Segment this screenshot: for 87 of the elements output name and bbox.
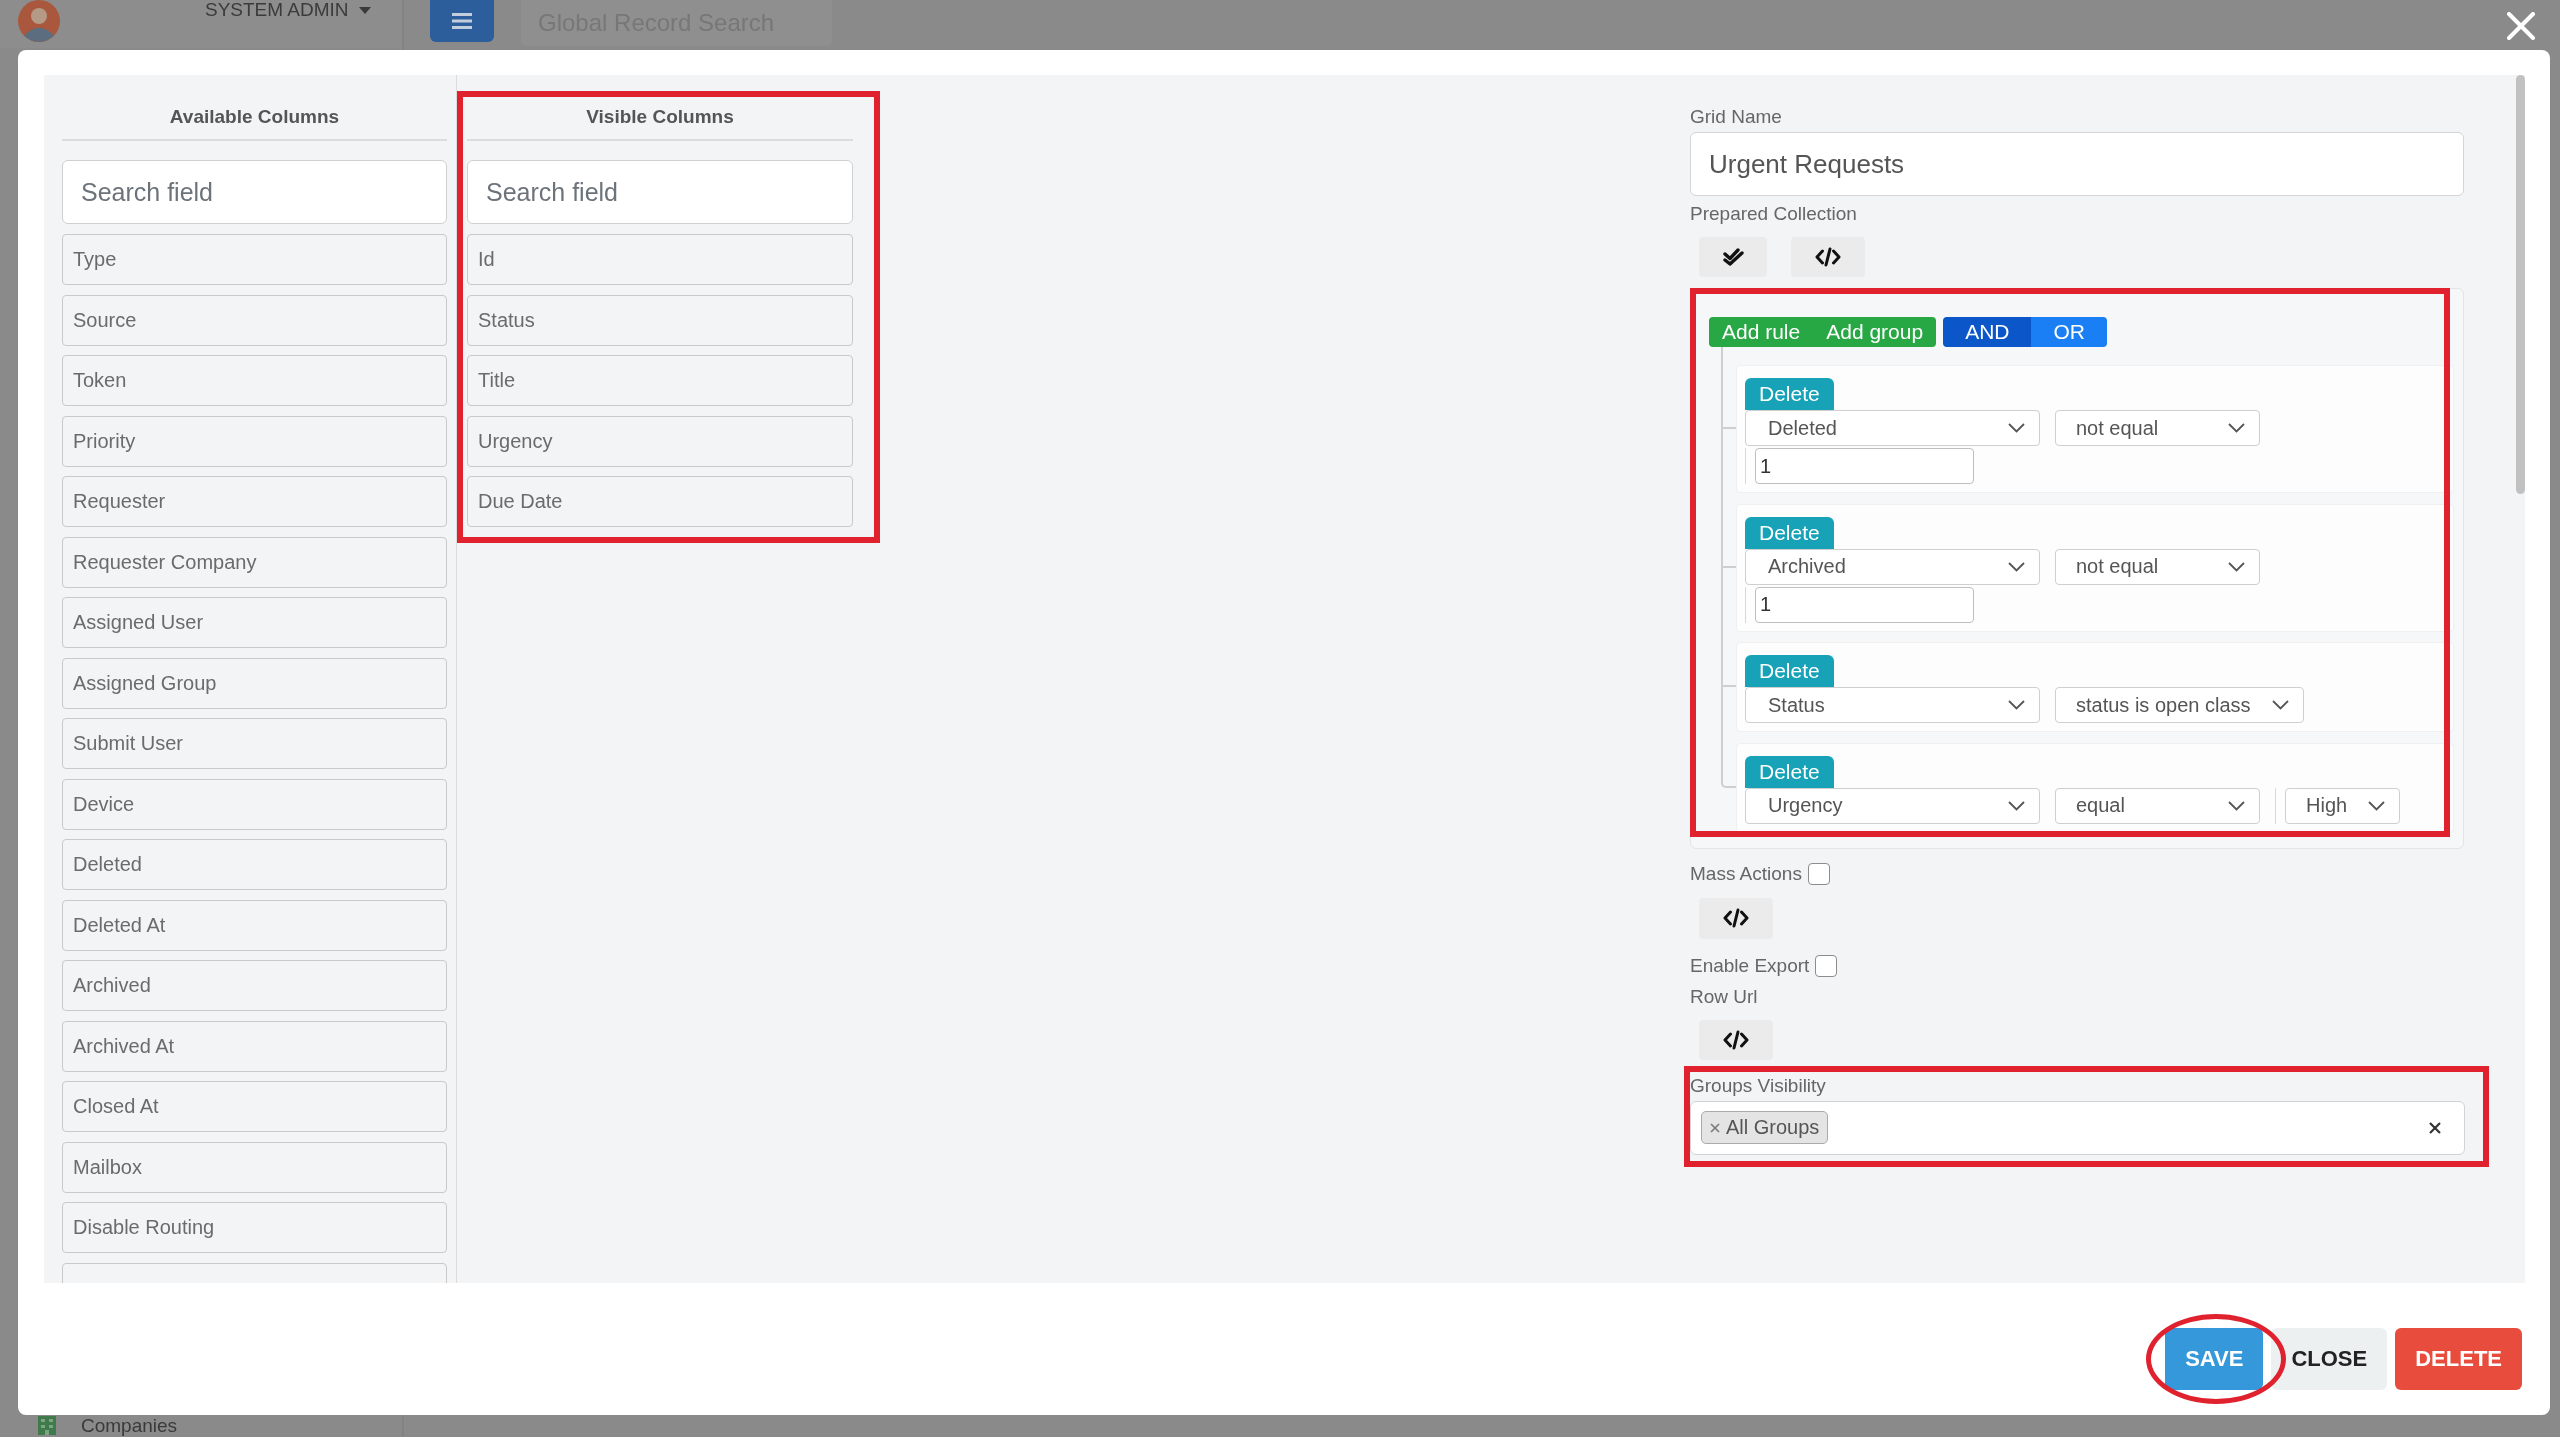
save-button[interactable]: SAVE <box>2165 1328 2264 1390</box>
code-button[interactable] <box>1791 237 1865 277</box>
chevron-down-icon <box>2008 423 2025 433</box>
chevron-down-icon <box>2228 800 2245 811</box>
chevron-down-icon <box>2008 800 2025 811</box>
column-item[interactable]: Requester Company <box>62 536 447 588</box>
chevron-down-icon <box>2228 423 2245 433</box>
tag-chip[interactable]: All Groups <box>1701 1111 1829 1144</box>
value-field[interactable]: 1 <box>1755 448 1974 484</box>
field-select[interactable]: Urgency <box>1745 787 2040 824</box>
close-icon[interactable] <box>2507 12 2535 40</box>
grid-name-field[interactable]: Urgent Requests <box>1690 132 2464 196</box>
column-item[interactable]: Urgency <box>467 415 853 467</box>
code-icon <box>1815 247 1841 267</box>
chevron-down-icon <box>2008 700 2025 710</box>
column-item[interactable]: Priority <box>62 415 447 467</box>
value-select[interactable]: High <box>2285 787 2401 824</box>
avatar-icon[interactable] <box>18 0 60 42</box>
delete-button[interactable]: Delete <box>1745 755 1834 788</box>
menu-icon <box>452 13 472 29</box>
condition-toggle[interactable]: OR <box>2031 317 2107 347</box>
column-item[interactable]: Archived <box>62 960 447 1011</box>
condition-toggle[interactable]: AND <box>1943 317 2032 347</box>
double-check-button[interactable] <box>1699 237 1767 277</box>
column-item[interactable]: Assigned User <box>62 597 447 648</box>
column-item[interactable]: Device <box>62 778 447 830</box>
field-select[interactable]: Deleted <box>1745 410 2040 446</box>
column-item[interactable]: Closed At <box>62 1081 447 1132</box>
column-item[interactable]: Deleted At <box>62 899 447 951</box>
operator-select[interactable]: not equal <box>2055 410 2260 446</box>
groups-select-field[interactable]: All Groups <box>1690 1100 2465 1155</box>
operator-select[interactable]: status is open class <box>2055 687 2304 723</box>
column-item[interactable]: Title <box>467 355 853 406</box>
operator-select[interactable]: not equal <box>2055 548 2260 585</box>
user-menu-button[interactable]: SYSTEM ADMIN <box>205 0 371 20</box>
search-field[interactable]: Search field <box>62 160 447 224</box>
column-item[interactable]: Token <box>62 355 447 406</box>
delete-button[interactable]: Delete <box>1745 516 1834 549</box>
value-field[interactable]: 1 <box>1755 586 1974 623</box>
column-item[interactable]: Archived At <box>62 1020 447 1072</box>
column-item[interactable]: Type <box>62 234 447 285</box>
clear-icon[interactable] <box>2429 1121 2441 1134</box>
operator-select[interactable]: equal <box>2055 787 2260 824</box>
column-item[interactable]: Id <box>467 234 853 285</box>
column-item[interactable]: Submit User <box>62 718 447 769</box>
field-select[interactable]: Status <box>1745 687 2040 723</box>
field-label: Mass Actions <box>1690 861 1802 886</box>
field-label: Groups Visibility <box>1690 1073 1826 1098</box>
caret-icon <box>358 6 371 14</box>
column-item[interactable]: Deleted <box>62 839 447 890</box>
code-button[interactable] <box>1699 897 1773 939</box>
checkbox[interactable] <box>1815 954 1838 977</box>
chevron-down-icon <box>2228 561 2245 572</box>
sidebar-item[interactable]: Companies <box>0 1415 402 1436</box>
double-check-icon <box>1722 248 1744 266</box>
menu-button[interactable] <box>430 0 494 42</box>
field-label: Enable Export <box>1690 953 1810 978</box>
building-icon <box>38 1416 56 1435</box>
field-select[interactable]: Archived <box>1745 548 2040 585</box>
column-item[interactable]: Requester <box>62 476 447 527</box>
delete-button[interactable]: Delete <box>1745 378 1834 410</box>
action-button[interactable]: Add rule <box>1709 317 1814 347</box>
field-label: Prepared Collection <box>1690 202 1857 226</box>
column-item[interactable]: Mailbox <box>62 1141 447 1193</box>
code-button[interactable] <box>1699 1019 1773 1060</box>
chevron-down-icon <box>2368 800 2386 811</box>
scrollbar[interactable] <box>2516 75 2525 494</box>
remove-icon[interactable] <box>1710 1122 1720 1133</box>
close-button[interactable]: CLOSE <box>2271 1328 2388 1390</box>
code-icon <box>1723 908 1749 928</box>
delete-button[interactable]: DELETE <box>2395 1328 2522 1390</box>
column-item[interactable]: Disable Routing <box>62 1202 447 1253</box>
field-label: Row Url <box>1690 984 1758 1009</box>
column-item[interactable]: Status <box>467 294 853 346</box>
chevron-down-icon <box>2008 561 2025 572</box>
delete-button[interactable]: Delete <box>1745 655 1834 687</box>
code-icon <box>1723 1029 1749 1050</box>
chevron-down-icon <box>2271 700 2289 710</box>
column-item[interactable]: Due Date <box>467 476 853 527</box>
search-field[interactable]: Search field <box>467 160 853 224</box>
action-button[interactable]: Add group <box>1813 317 1937 347</box>
checkbox[interactable] <box>1807 862 1830 885</box>
column-item[interactable]: Source <box>62 294 447 346</box>
column-heading: Available Columns <box>62 100 447 141</box>
column-item[interactable]: Assigned Group <box>62 657 447 709</box>
column-heading: Visible Columns <box>467 100 853 141</box>
field-label: Grid Name <box>1690 105 1782 129</box>
